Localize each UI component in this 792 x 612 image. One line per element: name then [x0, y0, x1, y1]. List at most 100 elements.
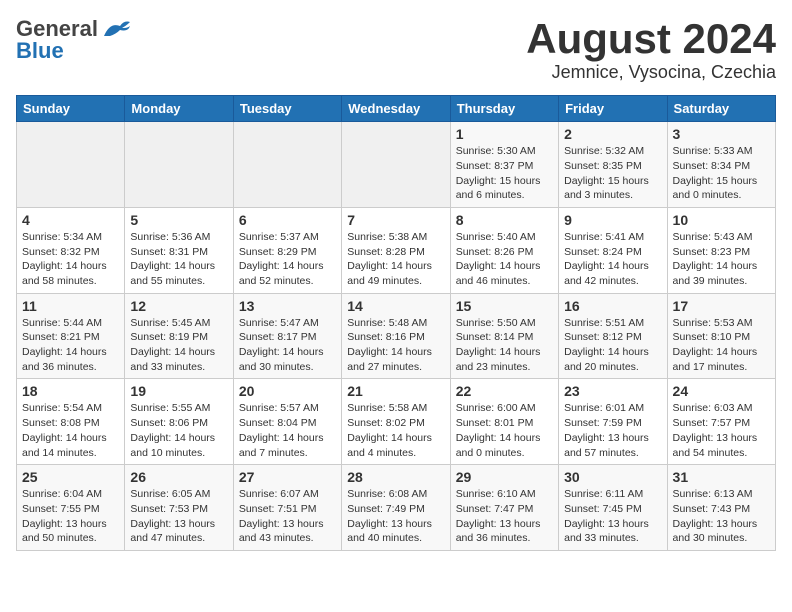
- day-info: Sunrise: 6:10 AMSunset: 7:47 PMDaylight:…: [456, 487, 553, 546]
- calendar-cell: [125, 122, 233, 208]
- day-number: 1: [456, 126, 553, 142]
- day-number: 7: [347, 212, 444, 228]
- day-info: Sunrise: 5:44 AMSunset: 8:21 PMDaylight:…: [22, 316, 119, 375]
- day-info: Sunrise: 5:54 AMSunset: 8:08 PMDaylight:…: [22, 401, 119, 460]
- week-row-2: 4 Sunrise: 5:34 AMSunset: 8:32 PMDaylight…: [17, 207, 776, 293]
- day-info: Sunrise: 6:13 AMSunset: 7:43 PMDaylight:…: [673, 487, 770, 546]
- day-info: Sunrise: 5:47 AMSunset: 8:17 PMDaylight:…: [239, 316, 336, 375]
- day-number: 21: [347, 383, 444, 399]
- calendar-cell: 30Sunrise: 6:11 AMSunset: 7:45 PMDayligh…: [559, 465, 667, 551]
- calendar-cell: 7Sunrise: 5:38 AMSunset: 8:28 PMDaylight…: [342, 207, 450, 293]
- header-day-friday: Friday: [559, 96, 667, 122]
- day-info: Sunrise: 6:04 AMSunset: 7:55 PMDaylight:…: [22, 487, 119, 546]
- day-info: Sunrise: 5:34 AMSunset: 8:32 PMDaylight:…: [22, 230, 119, 289]
- calendar-cell: 19Sunrise: 5:55 AMSunset: 8:06 PMDayligh…: [125, 379, 233, 465]
- day-number: 16: [564, 298, 661, 314]
- day-number: 30: [564, 469, 661, 485]
- day-number: 28: [347, 469, 444, 485]
- logo: General Blue: [16, 16, 132, 64]
- day-info: Sunrise: 6:01 AMSunset: 7:59 PMDaylight:…: [564, 401, 661, 460]
- calendar-cell: 5Sunrise: 5:36 AMSunset: 8:31 PMDaylight…: [125, 207, 233, 293]
- day-number: 8: [456, 212, 553, 228]
- day-number: 10: [673, 212, 770, 228]
- calendar-cell: 26 Sunrise: 6:05 AMSunset: 7:53 PMDayligh…: [125, 465, 233, 551]
- day-number: 12: [130, 298, 227, 314]
- calendar-cell: 22 Sunrise: 6:00 AMSunset: 8:01 PMDayligh…: [450, 379, 558, 465]
- day-info: Sunrise: 5:30 AMSunset: 8:37 PMDaylight:…: [456, 144, 553, 203]
- calendar-cell: 3 Sunrise: 5:33 AMSunset: 8:34 PMDaylight…: [667, 122, 775, 208]
- day-info: Sunrise: 5:33 AMSunset: 8:34 PMDaylight:…: [673, 144, 770, 203]
- header-day-saturday: Saturday: [667, 96, 775, 122]
- day-number: 19: [130, 383, 227, 399]
- day-number: 13: [239, 298, 336, 314]
- calendar-cell: 10Sunrise: 5:43 AMSunset: 8:23 PMDayligh…: [667, 207, 775, 293]
- calendar-cell: 17 Sunrise: 5:53 AMSunset: 8:10 PMDayligh…: [667, 293, 775, 379]
- logo-blue-text: Blue: [16, 38, 64, 64]
- week-row-3: 11 Sunrise: 5:44 AMSunset: 8:21 PMDayligh…: [17, 293, 776, 379]
- day-info: Sunrise: 6:00 AMSunset: 8:01 PMDaylight:…: [456, 401, 553, 460]
- day-info: Sunrise: 5:40 AMSunset: 8:26 PMDaylight:…: [456, 230, 553, 289]
- day-number: 29: [456, 469, 553, 485]
- day-number: 23: [564, 383, 661, 399]
- calendar-cell: 27 Sunrise: 6:07 AMSunset: 7:51 PMDayligh…: [233, 465, 341, 551]
- logo-bird-icon: [100, 18, 132, 40]
- title-area: August 2024 Jemnice, Vysocina, Czechia: [526, 16, 776, 83]
- day-info: Sunrise: 5:45 AMSunset: 8:19 PMDaylight:…: [130, 316, 227, 375]
- calendar-cell: 24Sunrise: 6:03 AMSunset: 7:57 PMDayligh…: [667, 379, 775, 465]
- day-number: 9: [564, 212, 661, 228]
- calendar-cell: 13 Sunrise: 5:47 AMSunset: 8:17 PMDayligh…: [233, 293, 341, 379]
- day-number: 3: [673, 126, 770, 142]
- calendar-body: 1 Sunrise: 5:30 AMSunset: 8:37 PMDaylight…: [17, 122, 776, 551]
- header-day-monday: Monday: [125, 96, 233, 122]
- day-number: 4: [22, 212, 119, 228]
- week-row-5: 25Sunrise: 6:04 AMSunset: 7:55 PMDayligh…: [17, 465, 776, 551]
- day-info: Sunrise: 6:03 AMSunset: 7:57 PMDaylight:…: [673, 401, 770, 460]
- calendar-cell: [17, 122, 125, 208]
- day-info: Sunrise: 5:37 AMSunset: 8:29 PMDaylight:…: [239, 230, 336, 289]
- header-day-tuesday: Tuesday: [233, 96, 341, 122]
- week-row-1: 1 Sunrise: 5:30 AMSunset: 8:37 PMDaylight…: [17, 122, 776, 208]
- calendar-cell: 23 Sunrise: 6:01 AMSunset: 7:59 PMDayligh…: [559, 379, 667, 465]
- calendar-cell: 11 Sunrise: 5:44 AMSunset: 8:21 PMDayligh…: [17, 293, 125, 379]
- day-info: Sunrise: 5:32 AMSunset: 8:35 PMDaylight:…: [564, 144, 661, 203]
- calendar-cell: 21 Sunrise: 5:58 AMSunset: 8:02 PMDayligh…: [342, 379, 450, 465]
- day-number: 31: [673, 469, 770, 485]
- calendar-cell: 31 Sunrise: 6:13 AMSunset: 7:43 PMDayligh…: [667, 465, 775, 551]
- calendar-cell: 4 Sunrise: 5:34 AMSunset: 8:32 PMDaylight…: [17, 207, 125, 293]
- day-info: Sunrise: 5:57 AMSunset: 8:04 PMDaylight:…: [239, 401, 336, 460]
- day-info: Sunrise: 6:08 AMSunset: 7:49 PMDaylight:…: [347, 487, 444, 546]
- day-number: 17: [673, 298, 770, 314]
- header-day-wednesday: Wednesday: [342, 96, 450, 122]
- calendar-cell: 29 Sunrise: 6:10 AMSunset: 7:47 PMDayligh…: [450, 465, 558, 551]
- calendar-cell: 20 Sunrise: 5:57 AMSunset: 8:04 PMDayligh…: [233, 379, 341, 465]
- calendar-cell: 12 Sunrise: 5:45 AMSunset: 8:19 PMDayligh…: [125, 293, 233, 379]
- day-info: Sunrise: 5:53 AMSunset: 8:10 PMDaylight:…: [673, 316, 770, 375]
- day-number: 2: [564, 126, 661, 142]
- header-row: SundayMondayTuesdayWednesdayThursdayFrid…: [17, 96, 776, 122]
- calendar-cell: 8 Sunrise: 5:40 AMSunset: 8:26 PMDaylight…: [450, 207, 558, 293]
- day-number: 6: [239, 212, 336, 228]
- calendar-header: SundayMondayTuesdayWednesdayThursdayFrid…: [17, 96, 776, 122]
- day-number: 20: [239, 383, 336, 399]
- day-info: Sunrise: 5:58 AMSunset: 8:02 PMDaylight:…: [347, 401, 444, 460]
- day-info: Sunrise: 5:36 AMSunset: 8:31 PMDaylight:…: [130, 230, 227, 289]
- calendar-cell: 25Sunrise: 6:04 AMSunset: 7:55 PMDayligh…: [17, 465, 125, 551]
- day-info: Sunrise: 5:41 AMSunset: 8:24 PMDaylight:…: [564, 230, 661, 289]
- header-day-sunday: Sunday: [17, 96, 125, 122]
- calendar-cell: 28 Sunrise: 6:08 AMSunset: 7:49 PMDayligh…: [342, 465, 450, 551]
- calendar-cell: 16Sunrise: 5:51 AMSunset: 8:12 PMDayligh…: [559, 293, 667, 379]
- calendar-cell: 9 Sunrise: 5:41 AMSunset: 8:24 PMDaylight…: [559, 207, 667, 293]
- day-number: 27: [239, 469, 336, 485]
- day-number: 11: [22, 298, 119, 314]
- week-row-4: 18Sunrise: 5:54 AMSunset: 8:08 PMDayligh…: [17, 379, 776, 465]
- day-info: Sunrise: 6:07 AMSunset: 7:51 PMDaylight:…: [239, 487, 336, 546]
- calendar-cell: 1 Sunrise: 5:30 AMSunset: 8:37 PMDaylight…: [450, 122, 558, 208]
- header: General Blue August 2024 Jemnice, Vysoci…: [16, 16, 776, 83]
- day-number: 26: [130, 469, 227, 485]
- main-title: August 2024: [526, 16, 776, 62]
- calendar-cell: [342, 122, 450, 208]
- day-number: 22: [456, 383, 553, 399]
- day-info: Sunrise: 6:05 AMSunset: 7:53 PMDaylight:…: [130, 487, 227, 546]
- calendar-cell: 2 Sunrise: 5:32 AMSunset: 8:35 PMDaylight…: [559, 122, 667, 208]
- calendar-cell: [233, 122, 341, 208]
